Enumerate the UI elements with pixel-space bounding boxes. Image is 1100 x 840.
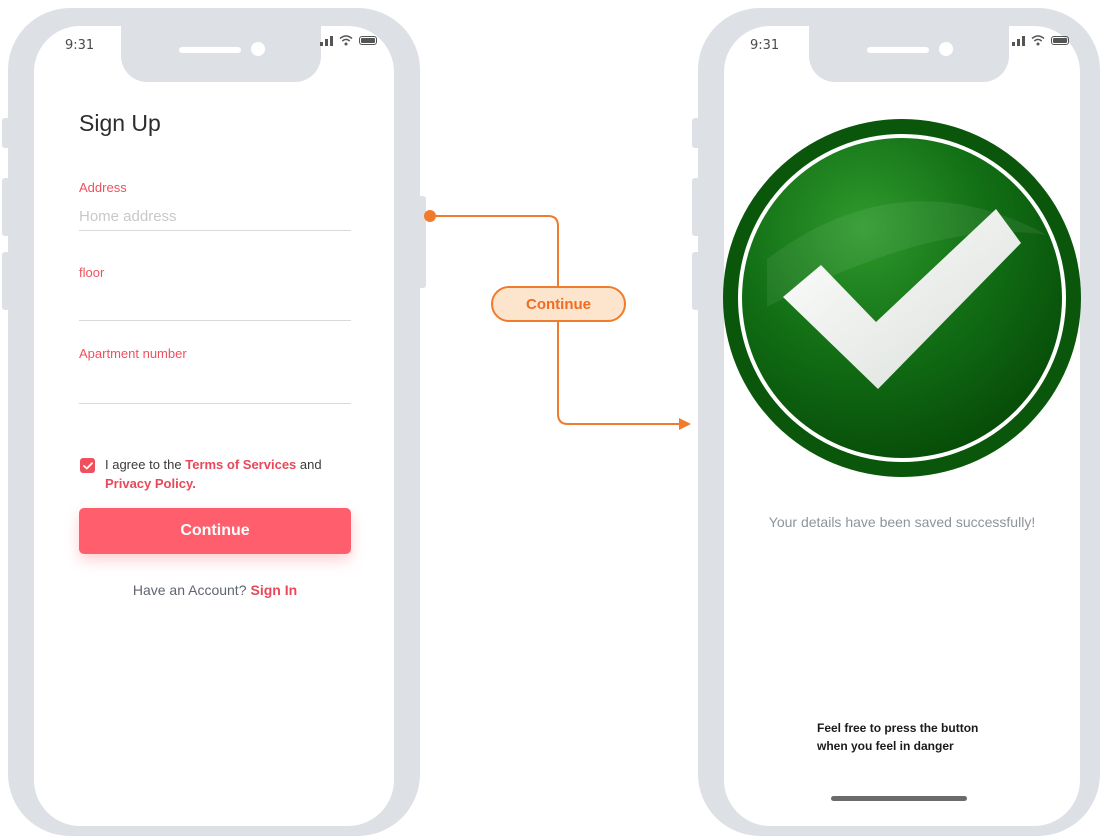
flow-continue-label: Continue (491, 286, 626, 322)
signal-icon (320, 34, 333, 46)
continue-button[interactable]: Continue (79, 508, 351, 554)
battery-icon (1051, 36, 1069, 45)
danger-note-line-2: when you feel in danger (817, 739, 954, 753)
apartment-number-input[interactable] (79, 376, 351, 404)
danger-note-line-1: Feel free to press the button (817, 721, 979, 735)
checkbox-checked-icon (82, 461, 93, 469)
agreement-prefix: I agree to the (105, 457, 186, 472)
floor-label: floor (79, 265, 105, 280)
status-icons (1012, 34, 1069, 46)
left-phone-frame (8, 8, 420, 836)
apartment-number-label: Apartment number (79, 346, 187, 361)
battery-icon (359, 36, 377, 45)
phone-notch (121, 26, 321, 82)
success-message: Your details have been saved successfull… (768, 514, 1036, 530)
status-time: 9:31 (750, 38, 780, 53)
page-title: Sign Up (79, 110, 161, 136)
signal-icon (1012, 34, 1025, 46)
wifi-icon (1031, 35, 1045, 46)
agreement-middle: and (296, 457, 322, 472)
speaker-grille (179, 47, 241, 53)
danger-note: Feel free to press the button when you f… (817, 719, 978, 755)
account-prompt: Have an Account? (132, 582, 247, 598)
agreement-text: I agree to the Terms of Services and Priv… (105, 455, 355, 493)
success-checkmark-icon (723, 119, 1081, 477)
left-phone-screen (34, 26, 394, 826)
sign-in-link[interactable]: Sign In (250, 582, 297, 598)
address-input[interactable] (79, 203, 351, 231)
arrow-right-icon (679, 418, 691, 430)
privacy-policy-link[interactable]: Privacy Policy. (105, 476, 196, 491)
speaker-grille (867, 47, 929, 53)
account-row: Have an Account? Sign In (79, 582, 351, 598)
agree-checkbox[interactable] (80, 458, 95, 473)
wifi-icon (339, 35, 353, 46)
terms-of-services-link[interactable]: Terms of Services (185, 457, 296, 472)
address-label: Address (79, 180, 127, 195)
phone-notch (809, 26, 1009, 82)
front-camera (939, 42, 953, 56)
status-time: 9:31 (65, 38, 95, 53)
home-indicator (831, 796, 967, 801)
status-icons (320, 34, 377, 46)
floor-input[interactable] (79, 293, 351, 321)
front-camera (251, 42, 265, 56)
